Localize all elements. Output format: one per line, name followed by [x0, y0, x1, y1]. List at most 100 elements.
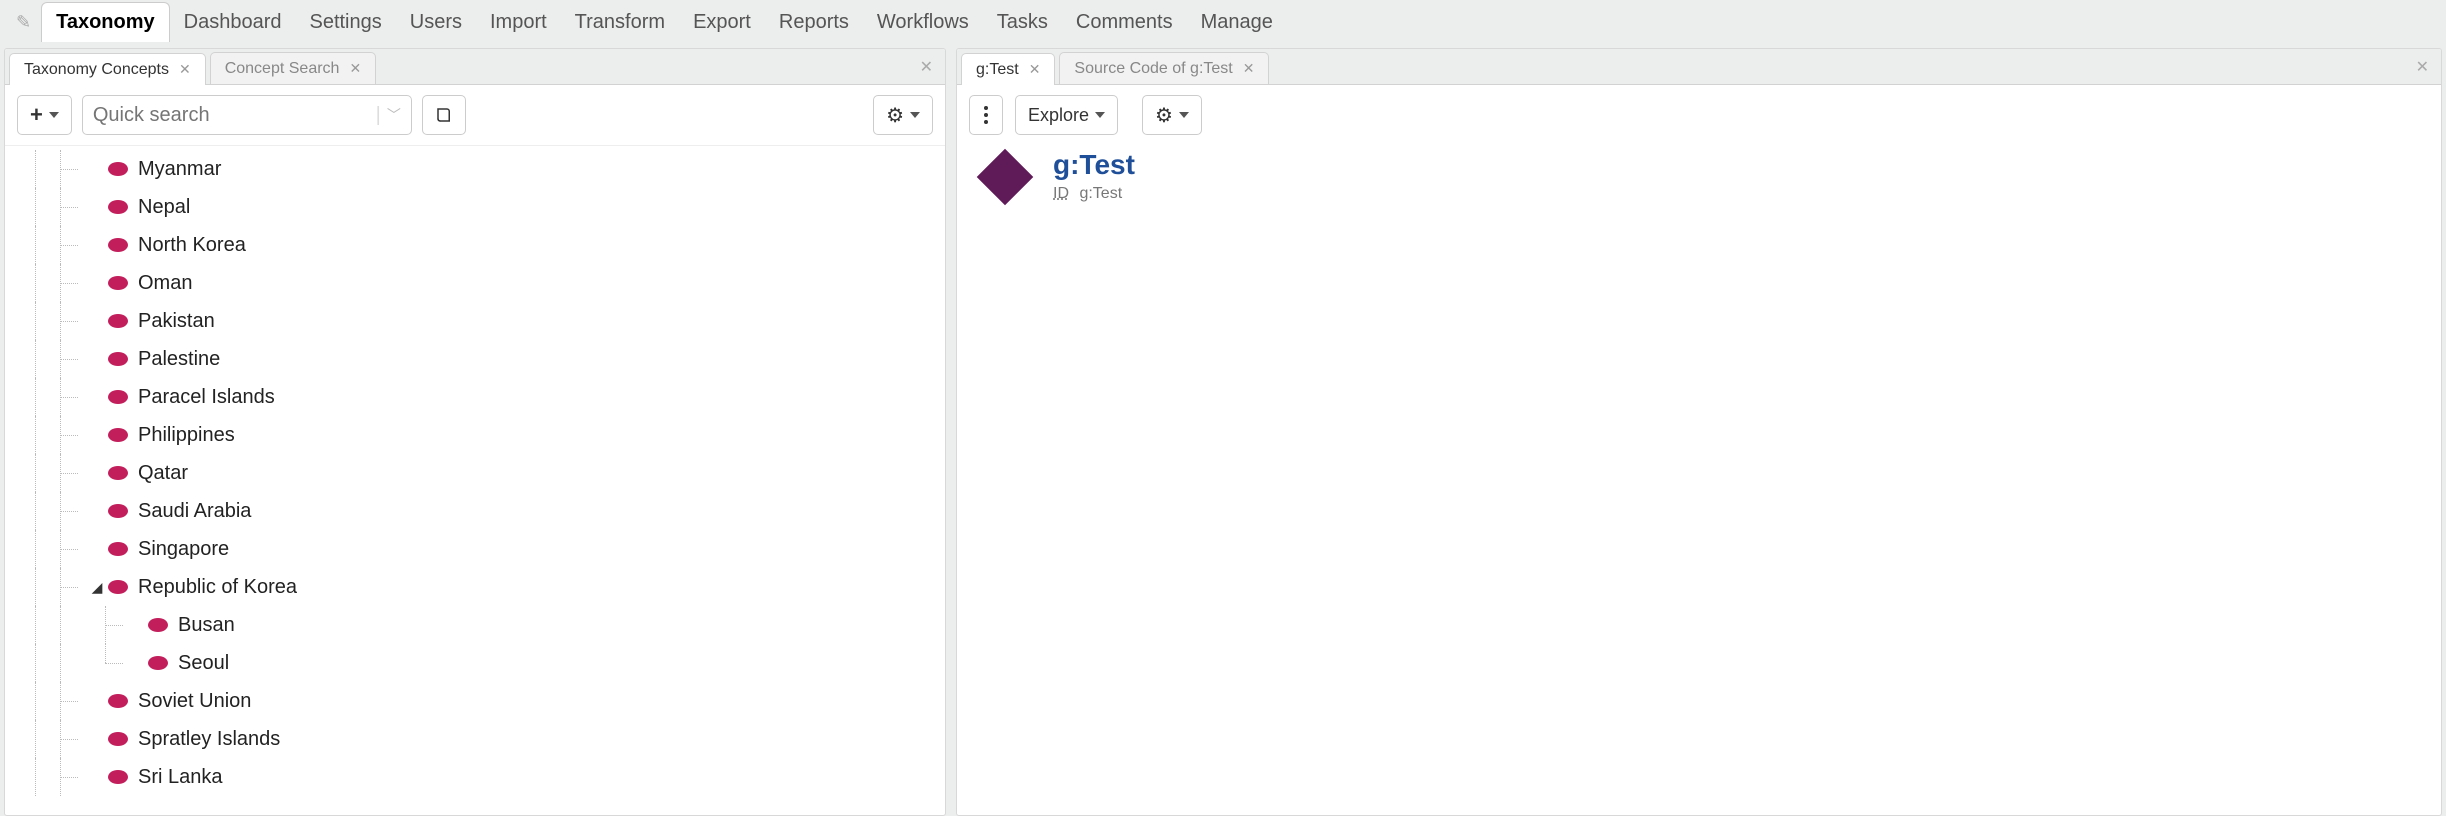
concept-dot-icon	[108, 352, 128, 366]
close-icon[interactable]: ✕	[349, 60, 361, 77]
gear-icon: ⚙	[1155, 103, 1173, 128]
tree-guide	[5, 644, 130, 682]
book-icon	[435, 106, 453, 124]
concept-dot-icon	[108, 200, 128, 214]
gear-icon: ⚙	[886, 103, 904, 128]
tree-guide	[5, 720, 90, 758]
concept-tree[interactable]: MyanmarNepal North Korea OmanPakistan Pales…	[5, 146, 945, 815]
menu-dashboard[interactable]: Dashboard	[170, 3, 296, 42]
tree-node-label: Busan	[178, 614, 235, 637]
tree-node-label: Paracel Islands	[138, 386, 275, 409]
search-input[interactable]	[93, 104, 370, 127]
concept-dot-icon	[108, 770, 128, 784]
menu-reports[interactable]: Reports	[765, 3, 863, 42]
tree-node-label: Seoul	[178, 652, 229, 675]
concept-dot-icon	[108, 428, 128, 442]
close-icon[interactable]: ✕	[179, 61, 191, 78]
tree-node[interactable]: Sri Lanka	[5, 758, 945, 796]
tree-node[interactable]: Nepal	[5, 188, 945, 226]
tree-guide	[5, 378, 90, 416]
concept-dot-icon	[108, 580, 128, 594]
tree-node[interactable]: Saudi Arabia	[5, 492, 945, 530]
menu-transform[interactable]: Transform	[561, 3, 679, 42]
tree-node[interactable]: Singapore	[5, 530, 945, 568]
tab-gtest[interactable]: g:Test ✕	[961, 53, 1055, 85]
id-value: g:Test	[1079, 185, 1122, 202]
concept-dot-icon	[108, 276, 128, 290]
diamond-icon	[977, 149, 1034, 206]
caret-down-icon	[1179, 112, 1189, 118]
tree-node[interactable]: Palestine	[5, 340, 945, 378]
caret-down-icon	[49, 112, 59, 118]
tree-node-label: Singapore	[138, 538, 229, 561]
menu-users[interactable]: Users	[396, 3, 476, 42]
tree-node[interactable]: Pakistan	[5, 302, 945, 340]
menu-workflows[interactable]: Workflows	[863, 3, 983, 42]
add-button[interactable]: +	[17, 95, 72, 135]
tree-toggle[interactable]: ◢	[90, 579, 104, 596]
tab-taxonomy-concepts[interactable]: Taxonomy Concepts ✕	[9, 53, 206, 85]
close-icon[interactable]: ✕	[920, 57, 933, 77]
menu-export[interactable]: Export	[679, 3, 765, 42]
tree-node[interactable]: Qatar	[5, 454, 945, 492]
menu-tasks[interactable]: Tasks	[983, 3, 1062, 42]
left-toolbar: + | ﹀ ⚙	[5, 85, 945, 146]
tree-node-label: North Korea	[138, 234, 246, 257]
plus-icon: +	[30, 102, 43, 128]
tree-node-label: Soviet Union	[138, 690, 251, 713]
menu-settings[interactable]: Settings	[295, 3, 395, 42]
right-pane: g:Test ✕ Source Code of g:Test ✕ ✕ Explo…	[956, 48, 2442, 816]
close-icon[interactable]: ✕	[1029, 61, 1041, 78]
tree-guide	[5, 454, 90, 492]
quick-search[interactable]: | ﹀	[82, 95, 412, 135]
tree-node[interactable]: North Korea	[5, 226, 945, 264]
tree-node[interactable]: Busan	[5, 606, 945, 644]
concept-dot-icon	[108, 314, 128, 328]
concept-dot-icon	[108, 732, 128, 746]
explore-button[interactable]: Explore	[1015, 95, 1118, 135]
tab-concept-search[interactable]: Concept Search ✕	[210, 52, 376, 84]
right-toolbar: Explore ⚙	[957, 85, 2441, 145]
tree-node[interactable]: Soviet Union	[5, 682, 945, 720]
tree-node[interactable]: ◢Republic of Korea	[5, 568, 945, 606]
menu-import[interactable]: Import	[476, 3, 561, 42]
tab-label: g:Test	[976, 61, 1019, 79]
left-tabstrip: Taxonomy Concepts ✕ Concept Search ✕ ✕	[5, 49, 945, 85]
split-layout: Taxonomy Concepts ✕ Concept Search ✕ ✕ +…	[0, 44, 2446, 816]
concept-title: g:Test	[1053, 149, 1135, 181]
tab-source-code[interactable]: Source Code of g:Test ✕	[1059, 52, 1269, 84]
more-button[interactable]	[969, 95, 1003, 135]
tree-node[interactable]: Paracel Islands	[5, 378, 945, 416]
close-icon[interactable]: ✕	[2416, 57, 2429, 77]
book-button[interactable]	[422, 95, 466, 135]
tree-node[interactable]: Philippines	[5, 416, 945, 454]
tree-node[interactable]: Seoul	[5, 644, 945, 682]
concept-dot-icon	[108, 504, 128, 518]
divider: |	[370, 104, 387, 127]
tree-guide	[5, 492, 90, 530]
concept-header: g:Test ID g:Test	[1053, 149, 1135, 203]
caret-down-icon	[1095, 112, 1105, 118]
tree-node-label: Saudi Arabia	[138, 500, 251, 523]
settings-button[interactable]: ⚙	[1142, 95, 1202, 135]
concept-dot-icon	[108, 238, 128, 252]
menu-manage[interactable]: Manage	[1187, 3, 1287, 42]
settings-button[interactable]: ⚙	[873, 95, 933, 135]
tree-guide	[5, 530, 90, 568]
tree-node[interactable]: Myanmar	[5, 150, 945, 188]
tab-label: Concept Search	[225, 60, 340, 78]
chevron-down-icon[interactable]: ﹀	[387, 105, 401, 125]
tree-node-label: Palestine	[138, 348, 220, 371]
right-tabstrip: g:Test ✕ Source Code of g:Test ✕ ✕	[957, 49, 2441, 85]
tree-node[interactable]: Spratley Islands	[5, 720, 945, 758]
concept-dot-icon	[108, 694, 128, 708]
tree-node[interactable]: Oman	[5, 264, 945, 302]
concept-dot-icon	[108, 466, 128, 480]
close-icon[interactable]: ✕	[1243, 60, 1255, 77]
menu-taxonomy[interactable]: Taxonomy	[41, 2, 170, 42]
tree-node-label: Qatar	[138, 462, 188, 485]
concept-dot-icon	[148, 618, 168, 632]
concept-id-row: ID g:Test	[1053, 185, 1135, 203]
menu-comments[interactable]: Comments	[1062, 3, 1187, 42]
tree-node-label: Spratley Islands	[138, 728, 280, 751]
